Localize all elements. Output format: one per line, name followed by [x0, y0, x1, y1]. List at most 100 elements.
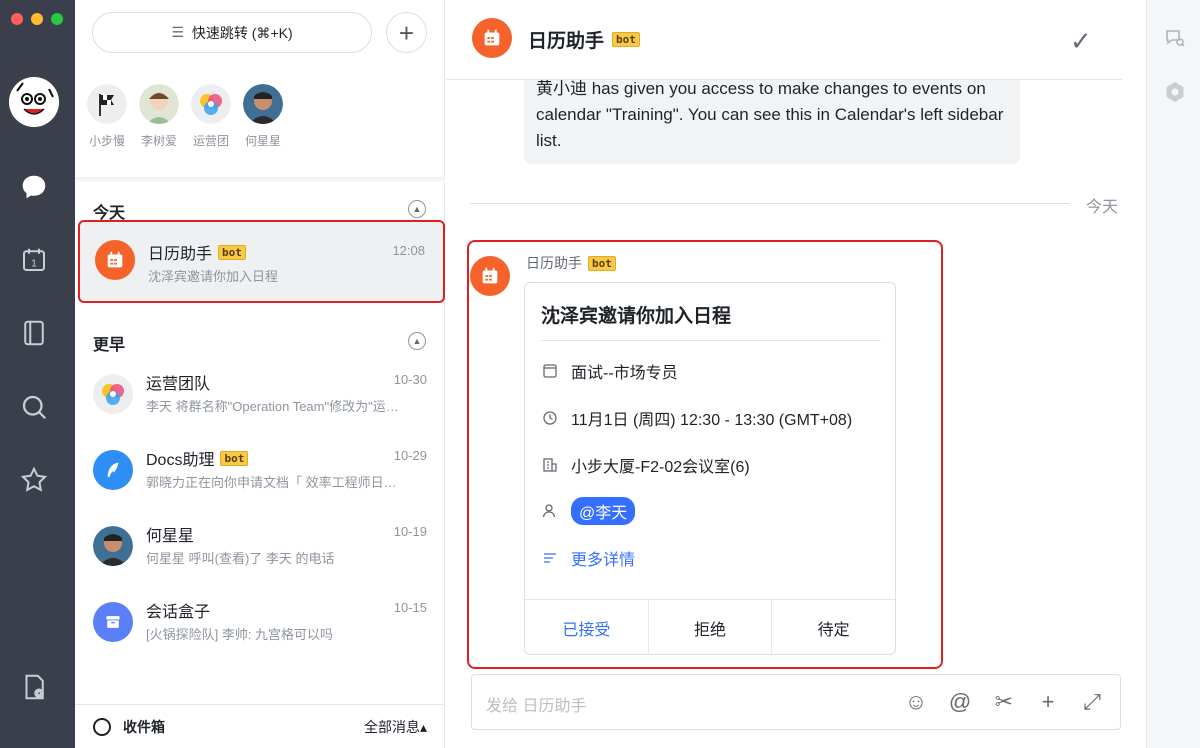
box-avatar: [93, 602, 133, 642]
event-invite-card: 沈泽宾邀请你加入日程 面试--市场专员 11月1日 (周四) 12:30 - 1…: [524, 282, 896, 655]
chat-item-preview: 李天 将群名称"Operation Team"修改为"运营团队": [146, 399, 406, 414]
chat-list-panel: ☰ 快速跳转 (⌘+K) + 小步慢 李树爱 运营团 何星星 今天 ▲ 日历助手…: [75, 0, 445, 748]
attendee-mention[interactable]: @李天: [571, 497, 636, 525]
event-location: 小步大厦-F2-02会议室(6): [571, 459, 750, 476]
bot-badge: bot: [220, 450, 249, 466]
zoom-window-button[interactable]: [51, 13, 63, 25]
search-icon[interactable]: [17, 390, 51, 424]
favorite-contact[interactable]: 李树爱: [139, 84, 179, 149]
expand-icon[interactable]: ⤢: [1078, 688, 1106, 716]
chat-item-title: 运营团队: [146, 376, 211, 393]
chat-bubble-icon[interactable]: [17, 170, 51, 204]
date-divider-line: [470, 203, 1070, 204]
chat-item-preview: 沈泽宾邀请你加入日程: [148, 269, 279, 284]
chat-title: 日历助手: [528, 31, 605, 52]
favorite-name: 李树爱: [140, 134, 177, 148]
chat-item-title: 日历助手: [148, 246, 213, 263]
chat-item-ops-team[interactable]: 运营团队 10-30 李天 将群名称"Operation Team"修改为"运营…: [75, 356, 445, 432]
chat-item-session-box[interactable]: 会话盒子 10-15 [火锅探险队] 李帅: 九宫格可以吗: [75, 584, 445, 660]
chat-item-title: Docs助理: [146, 452, 215, 469]
more-details-row[interactable]: 更多详情: [541, 546, 635, 570]
chat-main: 黄小迪 has given you access to make changes…: [446, 0, 1146, 748]
right-sidebar: [1146, 0, 1200, 748]
file-settings-icon[interactable]: [17, 670, 51, 704]
star-icon[interactable]: [17, 463, 51, 497]
message-input-placeholder: 发给 日历助手: [486, 698, 587, 715]
quick-jump-search[interactable]: ☰ 快速跳转 (⌘+K): [92, 12, 372, 53]
collapse-earlier-button[interactable]: ▲: [408, 332, 426, 350]
bot-badge: bot: [612, 32, 640, 47]
user-avatar[interactable]: [9, 77, 59, 127]
minimize-window-button[interactable]: [31, 13, 43, 25]
scissors-icon[interactable]: ✂: [990, 688, 1018, 716]
avatar: [93, 526, 133, 566]
chat-item-title-row: Docs助理 bot: [146, 446, 249, 470]
chat-item-time: 10-30: [393, 372, 427, 387]
chat-item-preview: [火锅探险队] 李帅: 九宫格可以吗: [146, 627, 334, 642]
docs-icon[interactable]: [17, 316, 51, 350]
favorite-name: 运营团: [192, 134, 229, 148]
search-list-icon: ☰: [171, 24, 184, 40]
avatar: [243, 84, 283, 124]
favorite-contact[interactable]: 何星星: [243, 84, 283, 149]
calendar-bot-avatar[interactable]: [472, 18, 512, 58]
inbox-icon[interactable]: [93, 717, 111, 736]
favorites-bar: 小步慢 李树爱 运营团 何星星: [87, 84, 283, 149]
window-controls: [11, 13, 63, 25]
chat-item-time: 10-29: [393, 448, 427, 463]
event-name: 面试--市场专员: [571, 365, 678, 382]
chat-title-row: 日历助手 bot: [528, 26, 640, 53]
emoji-icon[interactable]: ☺: [902, 688, 930, 716]
collapse-today-button[interactable]: ▲: [408, 200, 426, 218]
chat-item-time: 10-15: [393, 600, 427, 615]
calendar-bot-avatar[interactable]: [470, 256, 510, 296]
list-divider: [75, 177, 445, 183]
chat-item-title-row: 日历助手 bot: [148, 240, 246, 264]
chat-search-icon[interactable]: [1163, 26, 1187, 50]
calendar-icon[interactable]: 1: [17, 243, 51, 277]
chat-item-he-xingxing[interactable]: 何星星 10-19 何星星 呼叫(查看)了 李天 的电话: [75, 508, 445, 584]
inbox-label[interactable]: 收件箱: [123, 717, 165, 737]
new-chat-button[interactable]: +: [386, 12, 427, 53]
chat-item-time: 12:08: [392, 243, 425, 258]
tentative-button[interactable]: 待定: [772, 600, 895, 655]
quick-jump-label: 快速跳转 (⌘+K): [191, 24, 293, 41]
date-divider-label: 今天: [1086, 199, 1119, 216]
message-sender: 日历助手: [526, 255, 582, 271]
favorite-name: 何星星: [244, 134, 281, 148]
chat-item-title: 会话盒子: [146, 604, 211, 621]
checkmark-icon[interactable]: ✓: [1070, 26, 1092, 57]
attendee-icon: [541, 502, 559, 520]
bot-badge: bot: [588, 255, 616, 271]
decline-button[interactable]: 拒绝: [649, 600, 773, 655]
event-attendee-row: @李天: [541, 497, 636, 525]
more-details-link[interactable]: 更多详情: [571, 546, 635, 570]
message-input[interactable]: 发给 日历助手 ☺ @ ✂ + ⤢: [471, 674, 1121, 730]
nav-rail: 1: [0, 0, 75, 748]
plus-icon[interactable]: +: [1034, 688, 1062, 716]
chat-item-title: 何星星: [146, 528, 195, 545]
message-filter-dropdown[interactable]: 全部消息▴: [364, 717, 427, 737]
mention-icon[interactable]: @: [946, 688, 974, 716]
avatar: [139, 84, 179, 124]
accept-button[interactable]: 已接受: [525, 600, 649, 655]
event-time-row: 11月1日 (周四) 12:30 - 13:30 (GMT+08): [541, 406, 852, 430]
favorite-name: 小步慢: [88, 134, 125, 148]
chat-item-preview: 郭晓力正在向你申请文档「 效率工程师日程安排」: [146, 475, 406, 490]
list-footer: 收件箱 全部消息▴: [75, 704, 445, 748]
settings-hex-icon[interactable]: [1163, 80, 1187, 104]
favorite-contact[interactable]: 运营团: [191, 84, 231, 149]
chat-item-docs-assistant[interactable]: Docs助理 bot 10-29 郭晓力正在向你申请文档「 效率工程师日程安排」: [75, 432, 445, 508]
close-window-button[interactable]: [11, 13, 23, 25]
details-list-icon: [541, 549, 559, 567]
chat-item-calendar-assistant[interactable]: 日历助手 bot 12:08 沈泽宾邀请你加入日程: [78, 220, 445, 303]
event-name-row: 面试--市场专员: [541, 359, 678, 383]
chat-header: 日历助手 bot ✓: [446, 0, 1122, 80]
bot-badge: bot: [218, 244, 246, 260]
event-doc-icon: [541, 362, 559, 380]
favorite-contact[interactable]: 小步慢: [87, 84, 127, 149]
chat-item-time: 10-19: [393, 524, 427, 539]
section-title-earlier: 更早: [93, 337, 126, 354]
avatar: [87, 84, 127, 124]
svg-text:1: 1: [31, 258, 37, 269]
